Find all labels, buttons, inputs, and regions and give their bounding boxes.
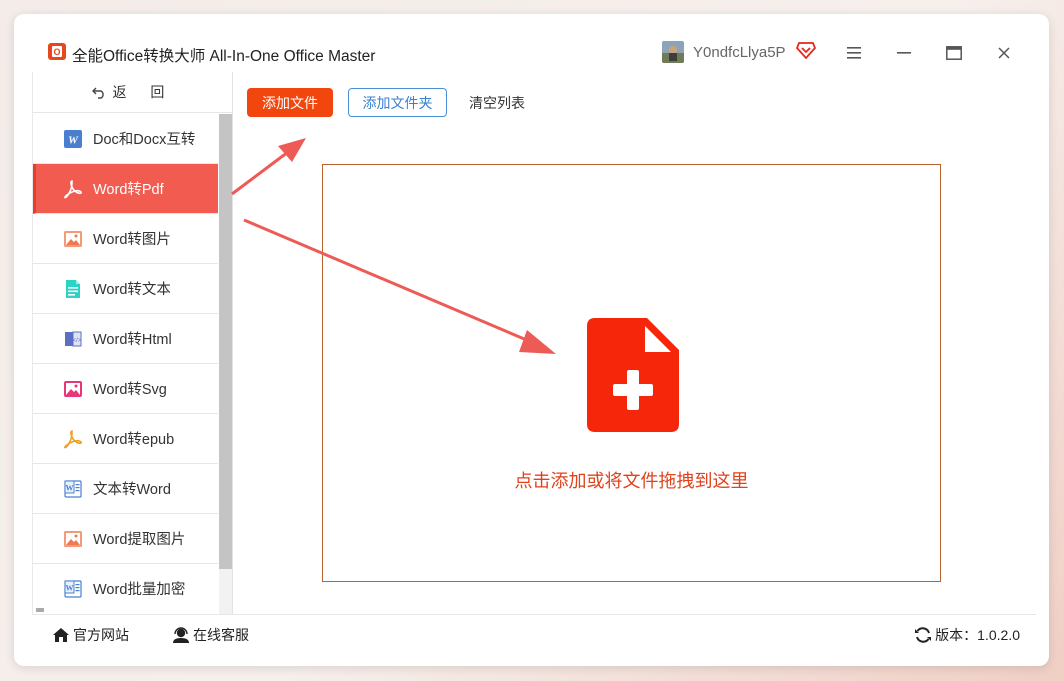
pdf-icon [63,179,83,199]
close-button[interactable] [992,42,1016,64]
sidebar-item-label: Word转Svg [93,382,167,398]
sidebar-item-label: Word转Pdf [93,182,164,198]
sidebar-item-doc-docx[interactable]: W Doc和Docx互转 [33,114,218,164]
website-label: 官方网站 [73,627,129,643]
svg-text:O: O [53,47,60,57]
close-icon [998,47,1010,59]
back-arrow-icon [91,87,104,99]
svg-image-icon [63,379,83,399]
official-website-link[interactable]: 官方网站 [52,625,129,645]
app-title: 全能Office转换大师 All-In-One Office Master [72,48,376,65]
avatar[interactable] [662,41,684,63]
sidebar-item-word-html[interactable]: </> Word转Html [33,314,218,364]
sidebar-item-label: Word转epub [93,432,175,448]
version-info: 版本： 1.0.2.0 [914,625,1020,645]
sidebar-item-label: Word提取图片 [93,532,186,548]
word-doc-icon: W [63,129,83,149]
support-label: 在线客服 [193,627,249,643]
maximize-button[interactable] [942,42,966,64]
maximize-icon [946,46,962,60]
sidebar-item-word-text[interactable]: Word转文本 [33,264,218,314]
file-drop-zone[interactable]: 点击添加或将文件拖拽到这里 [322,164,941,582]
app-window: O 全能Office转换大师 All-In-One Office Master … [14,14,1049,666]
clear-list-button[interactable]: 清空列表 [462,88,532,117]
status-bar: 官方网站 在线客服 版本： 1.0.2.0 [32,614,1036,653]
arrow-to-add-file [231,138,306,196]
epub-icon [63,429,83,449]
online-support-link[interactable]: 在线客服 [172,625,249,645]
svg-text:W: W [66,483,74,492]
support-agent-icon [173,627,189,643]
sidebar-item-word-svg[interactable]: Word转Svg [33,364,218,414]
drop-hint-text: 点击添加或将文件拖拽到这里 [514,471,749,491]
svg-text:W: W [68,134,79,146]
sidebar-scrollbar[interactable] [219,114,232,569]
add-file-button[interactable]: 添加文件 [247,88,333,117]
sidebar-item-text-word[interactable]: W 文本转Word [33,464,218,514]
svg-text:</>: </> [73,338,82,344]
vip-diamond-icon[interactable] [796,41,816,59]
sidebar-item-label: Word转图片 [93,232,171,248]
word-outline-icon: W [63,579,83,599]
minimize-button[interactable] [892,42,916,64]
back-label: 返 回 [112,84,175,100]
sidebar-item-label: Word转文本 [93,282,171,298]
sidebar-item-label: Word批量加密 [93,582,186,598]
svg-text:W: W [66,583,74,592]
sidebar-item-label: Word转Html [93,332,172,348]
sidebar: 返 回 W Doc和Docx互转 Word转Pdf Word转图片 Word转文… [32,72,233,614]
username[interactable]: Y0ndfcLlya5P [693,44,786,61]
title-bar: O 全能Office转换大师 All-In-One Office Master … [14,14,1049,72]
refresh-icon[interactable] [914,626,932,644]
sidebar-item-word-epub[interactable]: Word转epub [33,414,218,464]
add-file-icon [587,318,679,432]
menu-icon [847,47,861,59]
sidebar-item-word-extract-image[interactable]: Word提取图片 [33,514,218,564]
sidebar-item-label: 文本转Word [93,482,171,498]
word-outline-icon: W [63,479,83,499]
sidebar-item-word-image[interactable]: Word转图片 [33,214,218,264]
image-icon [63,529,83,549]
sidebar-item-word-encrypt[interactable]: W Word批量加密 [33,564,218,613]
html-book-icon: </> [63,329,83,349]
menu-button[interactable] [842,42,866,64]
sidebar-list: W Doc和Docx互转 Word转Pdf Word转图片 Word转文本 </… [33,114,218,613]
add-folder-button[interactable]: 添加文件夹 [348,88,447,117]
version-number: 1.0.2.0 [977,627,1020,643]
sidebar-item-word-pdf[interactable]: Word转Pdf [33,164,218,214]
minimize-icon [897,52,911,54]
image-icon [63,229,83,249]
sidebar-item-label: Doc和Docx互转 [93,132,196,148]
app-logo-icon: O [48,43,66,60]
version-label: 版本： [935,627,978,643]
back-button[interactable]: 返 回 [33,72,232,113]
text-doc-icon [63,279,83,299]
home-icon [53,628,69,642]
